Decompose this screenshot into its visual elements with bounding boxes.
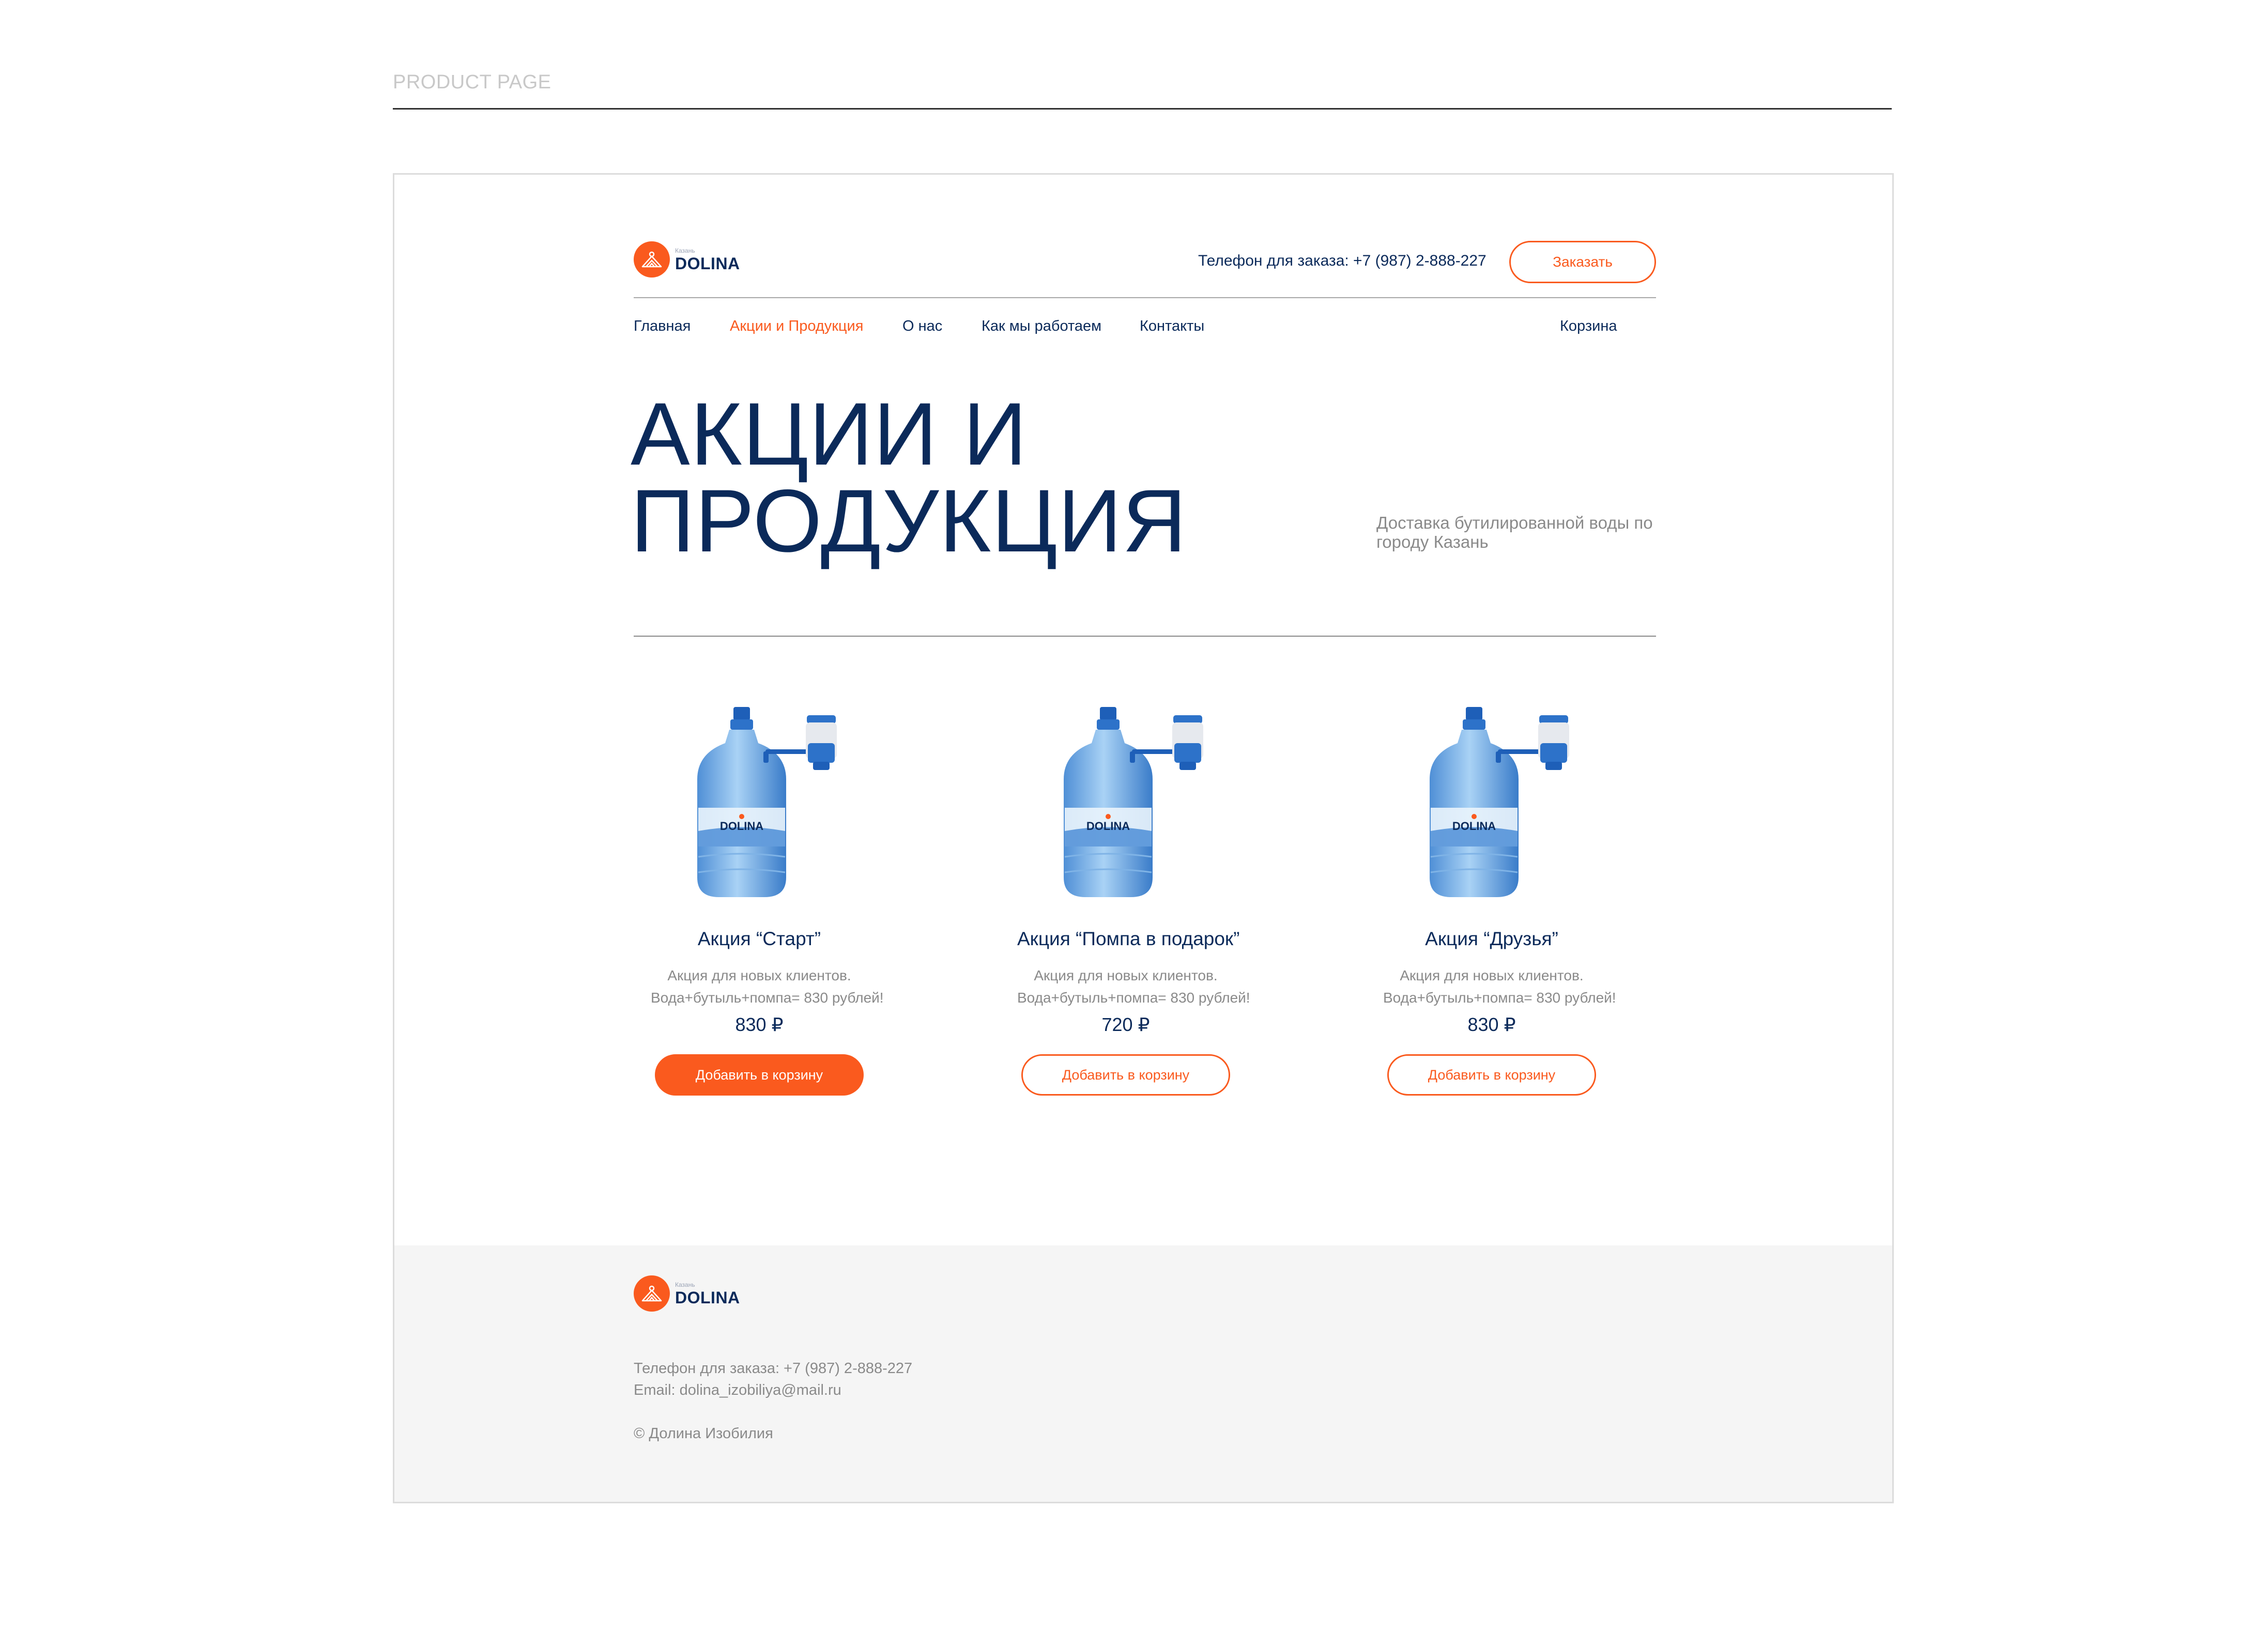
product-description: Акция для новых клиентов. Вода+бутыль+по… [1017, 964, 1250, 1009]
header-logo[interactable]: Казань DOLINA [634, 241, 740, 278]
product-description-line-1: Акция для новых клиентов. [667, 967, 851, 983]
logo-mountain-icon [634, 1275, 670, 1312]
product-description: Акция для новых клиентов. Вода+бутыль+по… [1383, 964, 1616, 1009]
water-bottle-with-pump-image: DOLINA [1017, 702, 1234, 898]
nav-item-about[interactable]: О нас [902, 318, 942, 335]
product-card: DOLINA Акция “Старт” Акция для новых кли… [651, 702, 884, 1096]
footer-phone[interactable]: Телефон для заказа: +7 (987) 2-888-227 [634, 1360, 912, 1377]
nav-item-home[interactable]: Главная [634, 318, 691, 335]
bottle-label: DOLINA [1452, 820, 1496, 833]
product-price: 830 ₽ [735, 1014, 784, 1035]
product-description-line-1: Акция для новых клиентов. [1400, 967, 1584, 983]
logo-city: Казань [675, 1281, 695, 1288]
bottle-label: DOLINA [720, 820, 763, 833]
logo-name: DOLINA [675, 1288, 740, 1307]
logo-city: Казань [675, 247, 695, 254]
nav-item-contacts[interactable]: Контакты [1140, 318, 1204, 335]
footer-email[interactable]: Email: dolina_izobiliya@mail.ru [634, 1382, 841, 1399]
product-price: 720 ₽ [1101, 1014, 1150, 1035]
product-card: DOLINA Акция “Друзья” Акция для новых кл… [1383, 702, 1616, 1096]
page-label: PRODUCT PAGE [393, 71, 551, 93]
nav-item-promotions[interactable]: Акции и Продукция [730, 318, 863, 335]
product-title: Акция “Друзья” [1425, 928, 1558, 949]
page-title-line-1: АКЦИИ И [631, 384, 1028, 484]
page-subtitle: Доставка бутилированной воды по городу К… [1376, 513, 1653, 551]
add-to-cart-button[interactable]: Добавить в корзину [1387, 1054, 1596, 1096]
product-price: 830 ₽ [1467, 1014, 1516, 1035]
bottle-label: DOLINA [1086, 820, 1130, 833]
footer-logo[interactable]: Казань DOLINA [634, 1275, 740, 1312]
product-description-line-2: Вода+бутыль+помпа= 830 рублей! [651, 990, 884, 1006]
footer-copyright: © Долина Изобилия [634, 1425, 773, 1442]
hero-divider [634, 636, 1656, 637]
product-description-line-2: Вода+бутыль+помпа= 830 рублей! [1383, 990, 1616, 1006]
product-description-line-1: Акция для новых клиентов. [1034, 967, 1218, 983]
add-to-cart-button[interactable]: Добавить в корзину [655, 1054, 864, 1096]
page-title-line-2: ПРОДУКЦИЯ [631, 471, 1187, 571]
product-description: Акция для новых клиентов. Вода+бутыль+по… [651, 964, 884, 1009]
product-title: Акция “Старт” [697, 928, 821, 949]
footer: Казань DOLINA Телефон для заказа: +7 (98… [394, 1245, 1892, 1502]
page-label-divider [393, 108, 1892, 110]
product-title: Акция “Помпа в подарок” [1017, 928, 1240, 949]
product-card: DOLINA Акция “Помпа в подарок” Акция для… [1017, 702, 1250, 1096]
water-bottle-with-pump-image: DOLINA [651, 702, 868, 898]
website-frame: Казань DOLINA Телефон для заказа: +7 (98… [393, 173, 1894, 1503]
nav-item-cart[interactable]: Корзина [1560, 318, 1617, 335]
main-nav: Главная Акции и Продукция О нас Как мы р… [634, 318, 1656, 338]
header-phone[interactable]: Телефон для заказа: +7 (987) 2-888-227 [1198, 252, 1487, 270]
order-button[interactable]: Заказать [1509, 241, 1656, 283]
nav-item-how-we-work[interactable]: Как мы работаем [982, 318, 1101, 335]
add-to-cart-button[interactable]: Добавить в корзину [1021, 1054, 1230, 1096]
header-divider [634, 297, 1656, 298]
logo-name: DOLINA [675, 254, 740, 273]
page-title: АКЦИИ И ПРОДУКЦИЯ [631, 384, 1251, 571]
logo-mountain-icon [634, 241, 670, 278]
product-description-line-2: Вода+бутыль+помпа= 830 рублей! [1017, 990, 1250, 1006]
water-bottle-with-pump-image: DOLINA [1383, 702, 1600, 898]
